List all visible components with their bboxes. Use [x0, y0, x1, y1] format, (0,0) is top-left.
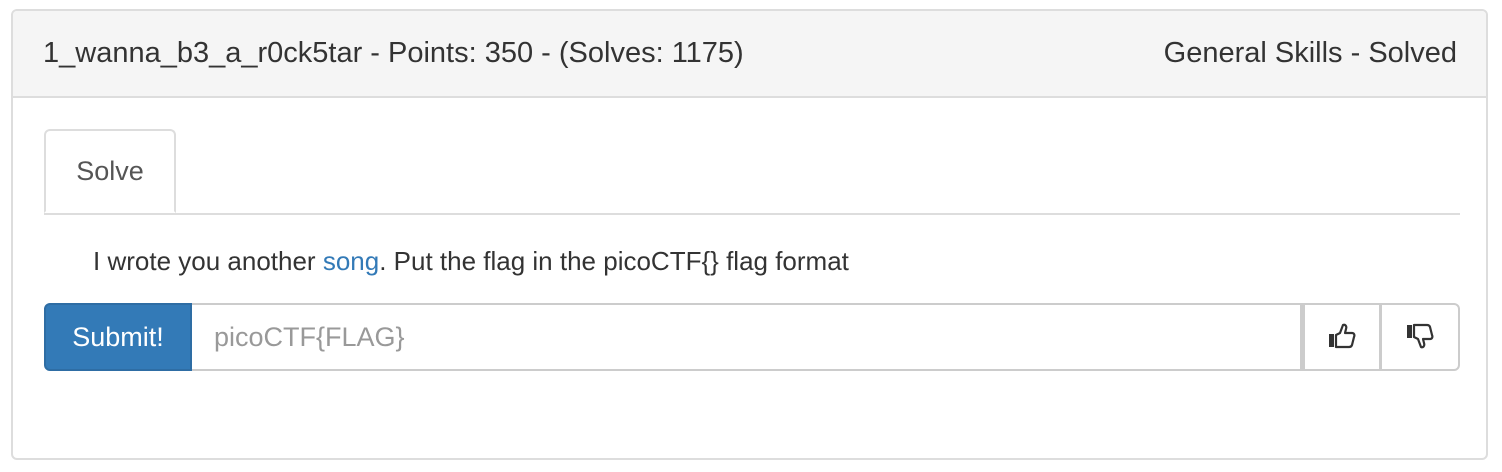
flag-input[interactable] — [192, 303, 1302, 371]
thumbs-up-icon — [1326, 320, 1358, 355]
downvote-button[interactable] — [1381, 303, 1460, 371]
thumbs-down-icon — [1404, 320, 1436, 355]
tab-solve[interactable]: Solve — [44, 129, 176, 213]
challenge-panel: 1_wanna_b3_a_r0ck5tar - Points: 350 - (S… — [11, 9, 1488, 460]
submit-button[interactable]: Submit! — [44, 303, 192, 371]
challenge-title: 1_wanna_b3_a_r0ck5tar - Points: 350 - (S… — [43, 37, 744, 69]
description-text-after: . Put the flag in the picoCTF{} flag for… — [379, 246, 849, 276]
description-text-before: I wrote you another — [93, 246, 323, 276]
tab-bar: Solve — [44, 129, 1460, 215]
upvote-button[interactable] — [1302, 303, 1381, 371]
flag-submit-group: Submit! — [44, 303, 1460, 371]
tab-solve-label: Solve — [76, 155, 144, 186]
song-link[interactable]: song — [323, 246, 379, 276]
challenge-header[interactable]: 1_wanna_b3_a_r0ck5tar - Points: 350 - (S… — [13, 11, 1486, 98]
challenge-category-status: General Skills - Solved — [1163, 37, 1457, 69]
challenge-description: I wrote you another song. Put the flag i… — [93, 246, 849, 277]
